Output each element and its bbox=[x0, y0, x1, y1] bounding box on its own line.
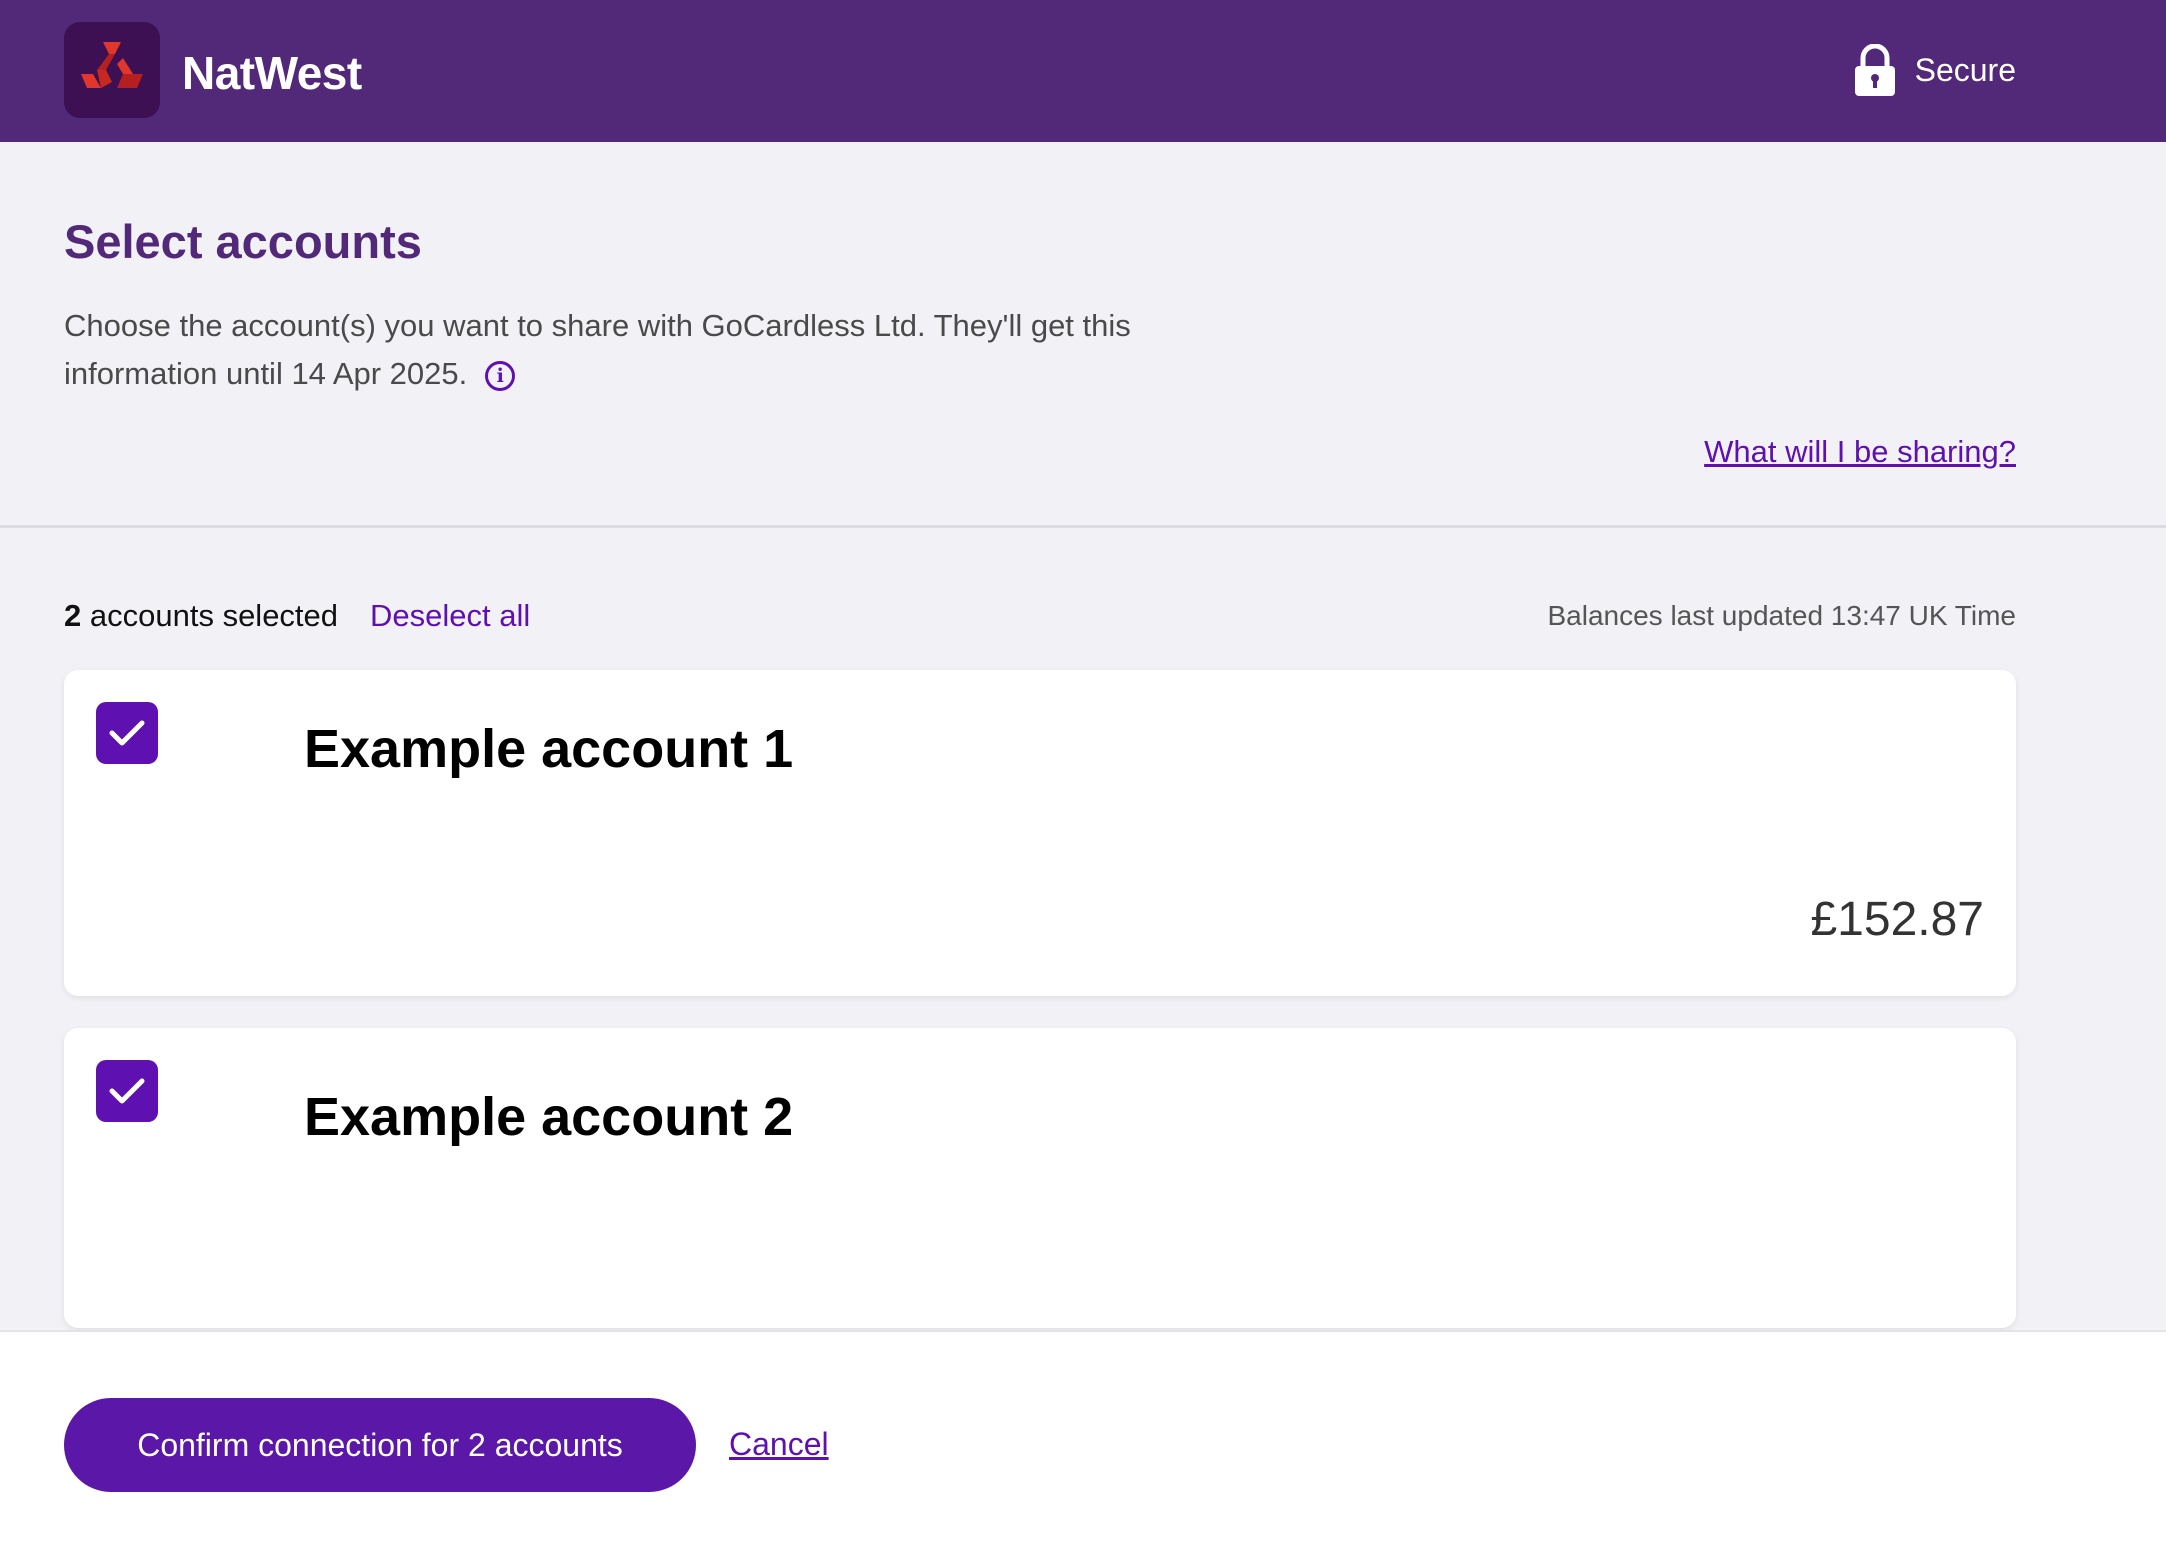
account-name: Example account 1 bbox=[304, 719, 794, 779]
account-checkbox[interactable] bbox=[96, 1060, 158, 1122]
top-header: NatWest Secure bbox=[0, 0, 2166, 142]
lock-icon bbox=[1854, 44, 1895, 96]
secure-label: Secure bbox=[1914, 51, 2016, 88]
cancel-link[interactable]: Cancel bbox=[729, 1426, 829, 1463]
intro-description: Choose the account(s) you want to share … bbox=[64, 302, 1264, 398]
selection-bar: 2 accounts selected Deselect all Balance… bbox=[64, 592, 2016, 640]
checkmark-icon bbox=[109, 720, 145, 746]
intro-section: Select accounts Choose the account(s) yo… bbox=[0, 142, 2166, 528]
footer-actions: Confirm connection for 2 accounts Cancel bbox=[0, 1330, 2166, 1554]
deselect-all-link[interactable]: Deselect all bbox=[370, 598, 530, 634]
what-will-i-share-link[interactable]: What will I be sharing? bbox=[1704, 434, 2016, 470]
account-card[interactable]: Example account 1 £152.87 bbox=[64, 670, 2016, 996]
natwest-logo-icon bbox=[81, 42, 143, 88]
checkmark-icon bbox=[109, 1078, 145, 1104]
secure-indicator: Secure bbox=[1853, 38, 2016, 102]
page-title: Select accounts bbox=[64, 215, 422, 268]
intro-description-text: Choose the account(s) you want to share … bbox=[64, 308, 1131, 391]
account-card[interactable]: Example account 2 bbox=[64, 1028, 2016, 1328]
natwest-logo bbox=[64, 22, 160, 118]
selected-count-label: accounts selected bbox=[89, 598, 339, 633]
account-balance: £152.87 bbox=[1810, 893, 1984, 946]
brand-name: NatWest bbox=[182, 47, 362, 99]
balances-updated-text: Balances last updated 13:47 UK Time bbox=[1547, 600, 2016, 631]
selected-count-number: 2 bbox=[64, 598, 82, 633]
info-icon[interactable]: i bbox=[485, 361, 516, 391]
selected-count: 2 accounts selected bbox=[64, 598, 338, 634]
account-checkbox[interactable] bbox=[96, 702, 158, 764]
confirm-connection-button[interactable]: Confirm connection for 2 accounts bbox=[64, 1398, 696, 1492]
account-name: Example account 2 bbox=[304, 1087, 794, 1147]
